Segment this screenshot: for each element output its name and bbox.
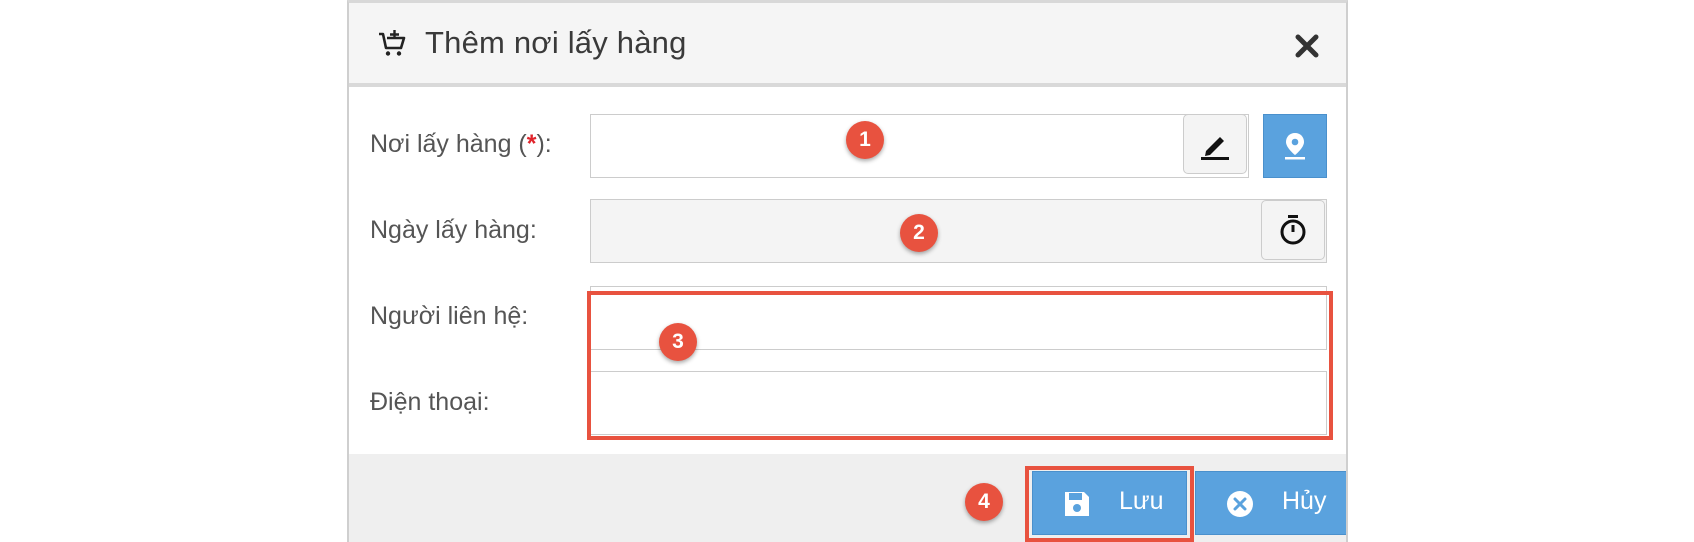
map-marker-icon: [1285, 133, 1305, 160]
pickup-place-input[interactable]: [590, 114, 1249, 178]
annotation-badge-3: 3: [659, 323, 697, 361]
stopwatch-icon: [1280, 215, 1306, 245]
add-pickup-dialog: Thêm nơi lấy hàng Nơi lấy hàng (*): Ngày…: [347, 0, 1348, 542]
pencil-icon: [1201, 137, 1229, 160]
contact-person-label: Người liên hệ:: [370, 302, 529, 330]
pick-time-button[interactable]: [1261, 200, 1325, 260]
dialog-header: Thêm nơi lấy hàng: [349, 3, 1346, 87]
contact-fields-highlight: [587, 291, 1333, 440]
cancel-button[interactable]: Hủy: [1195, 471, 1346, 535]
pickup-date-input[interactable]: [590, 199, 1327, 263]
annotation-badge-1: 1: [846, 121, 884, 159]
cancel-circle-icon: [1227, 491, 1253, 517]
annotation-badge-4: 4: [965, 483, 1003, 521]
cart-plus-icon: [379, 30, 406, 56]
pickup-place-label: Nơi lấy hàng (*):: [370, 130, 552, 158]
dialog-footer: Lưu Hủy: [349, 454, 1346, 542]
phone-label: Điện thoại:: [370, 388, 490, 416]
edit-address-button[interactable]: [1183, 114, 1247, 174]
cancel-button-label: Hủy: [1282, 487, 1327, 515]
annotation-badge-2: 2: [900, 214, 938, 252]
close-icon[interactable]: [1294, 33, 1320, 59]
map-location-button[interactable]: [1263, 114, 1327, 178]
pickup-date-label: Ngày lấy hàng:: [370, 216, 537, 244]
dialog-title: Thêm nơi lấy hàng: [425, 25, 687, 60]
save-button-highlight: [1025, 466, 1194, 542]
